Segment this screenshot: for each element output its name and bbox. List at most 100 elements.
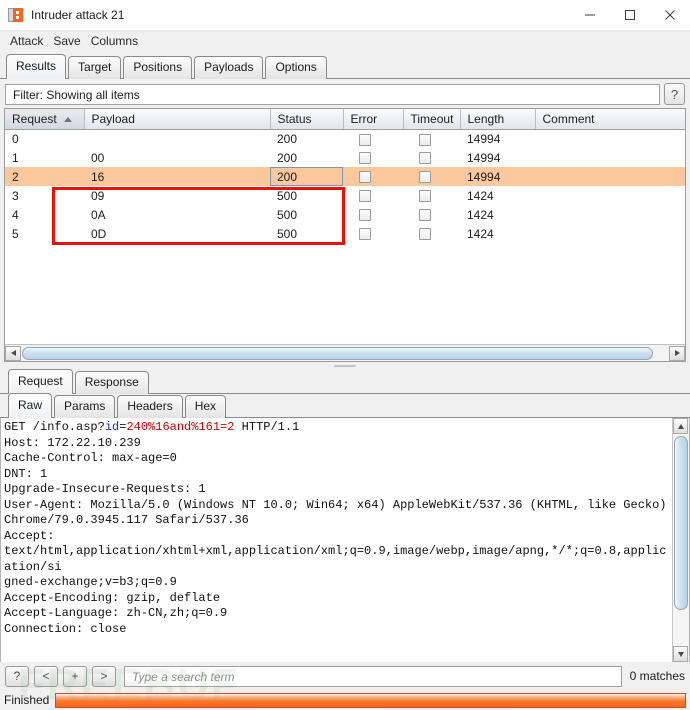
error-checkbox[interactable] <box>359 209 371 222</box>
column-header-payload[interactable]: Payload <box>84 109 271 130</box>
timeout-checkbox[interactable] <box>419 228 431 241</box>
column-header-comment[interactable]: Comment <box>535 109 685 130</box>
raw-request-text[interactable]: GET /info.asp?id=240%16and%161=2 HTTP/1.… <box>1 418 672 662</box>
table-row[interactable]: 4 0A 500 1424 <box>5 205 685 224</box>
tab-payloads[interactable]: Payloads <box>194 56 264 79</box>
error-checkbox[interactable] <box>359 228 371 241</box>
search-input[interactable]: Type a search term <box>124 665 622 687</box>
cell-payload: 16 <box>84 167 270 186</box>
status-text: Finished <box>4 693 50 707</box>
cell-length: 14994 <box>467 131 501 146</box>
search-prev-button[interactable]: < <box>34 665 58 687</box>
tab-params[interactable]: Params <box>54 395 116 418</box>
search-help-button[interactable]: ? <box>5 665 29 687</box>
timeout-checkbox[interactable] <box>419 209 431 222</box>
panel-splitter[interactable] <box>0 362 690 370</box>
cell-error <box>343 129 403 148</box>
cell-status: 200 <box>277 131 298 146</box>
cell-error <box>343 148 403 167</box>
results-table: Request Payload Status Error Timeout Len… <box>5 109 685 243</box>
request-vertical-scrollbar[interactable] <box>672 418 689 662</box>
scroll-right-icon[interactable] <box>669 345 685 361</box>
attack-progress-bar <box>55 692 686 708</box>
filter-help-button[interactable]: ? <box>664 83 685 105</box>
search-matches-count: 0 matches <box>629 669 685 683</box>
request-param-value: 240%16and%161=2 <box>126 420 235 434</box>
cell-length: 1424 <box>467 226 494 241</box>
window-title: Intruder attack 21 <box>31 8 125 22</box>
menu-item-columns[interactable]: Columns <box>86 33 143 49</box>
hscroll-track[interactable] <box>21 345 669 361</box>
column-header-error[interactable]: Error <box>343 109 404 130</box>
cell-timeout <box>403 148 460 167</box>
menu-item-save[interactable]: Save <box>48 33 85 49</box>
tab-results[interactable]: Results <box>6 54 67 80</box>
timeout-checkbox[interactable] <box>419 190 431 203</box>
cell-payload: 0A <box>91 207 106 222</box>
cell-timeout <box>403 167 460 186</box>
table-row-selected[interactable]: 2 16 200 14994 <box>5 167 685 186</box>
close-icon[interactable] <box>650 0 690 30</box>
cell-payload: 09 <box>91 188 105 203</box>
error-checkbox[interactable] <box>359 190 371 203</box>
hscroll-thumb[interactable] <box>22 346 653 360</box>
cell-comment <box>535 186 685 205</box>
request-param-name: id <box>104 420 120 434</box>
tab-hex[interactable]: Hex <box>184 395 227 418</box>
scroll-left-icon[interactable] <box>5 345 21 361</box>
results-table-body: 0 200 14994 1 00 200 14994 2 16 200 1499… <box>5 129 685 243</box>
table-row[interactable]: 5 0D 500 1424 <box>5 224 685 243</box>
cell-comment <box>535 205 685 224</box>
search-next-button[interactable]: > <box>92 665 116 687</box>
cell-error <box>343 205 403 224</box>
tab-raw[interactable]: Raw <box>8 393 53 419</box>
results-horizontal-scrollbar[interactable] <box>5 344 685 361</box>
menu-item-attack[interactable]: Attack <box>5 33 48 49</box>
column-header-length[interactable]: Length <box>460 109 536 130</box>
cell-status: 500 <box>277 188 298 203</box>
cell-request: 0 <box>12 131 19 146</box>
filter-bar[interactable]: Filter: Showing all items <box>5 83 660 105</box>
tab-options[interactable]: Options <box>265 56 327 79</box>
main-tabstrip: Results Target Positions Payloads Option… <box>0 51 690 80</box>
table-row[interactable]: 0 200 14994 <box>5 129 685 148</box>
cell-comment <box>535 167 685 186</box>
vscroll-track[interactable] <box>673 434 689 646</box>
error-checkbox[interactable] <box>359 171 371 184</box>
timeout-checkbox[interactable] <box>419 152 431 165</box>
tab-response[interactable]: Response <box>74 371 149 394</box>
column-header-request[interactable]: Request <box>5 109 85 130</box>
cell-request: 1 <box>12 150 19 165</box>
message-tabstrip: Request Response <box>0 369 690 395</box>
scroll-up-icon[interactable] <box>673 418 688 434</box>
request-line-suffix: HTTP/1.1 <box>234 420 300 434</box>
table-empty-area <box>5 243 685 344</box>
scroll-down-icon[interactable] <box>673 646 688 662</box>
tab-target[interactable]: Target <box>68 56 122 79</box>
column-header-status[interactable]: Status <box>270 109 344 130</box>
cell-length: 14994 <box>460 167 535 186</box>
cell-timeout <box>403 129 460 148</box>
cell-request: 4 <box>12 207 19 222</box>
table-row[interactable]: 3 09 500 1424 <box>5 186 685 205</box>
cell-error <box>343 186 403 205</box>
column-header-timeout[interactable]: Timeout <box>403 109 461 130</box>
maximize-icon[interactable] <box>610 0 650 30</box>
tab-headers[interactable]: Headers <box>117 395 183 418</box>
intruder-attack-window: Intruder attack 21 Attack Save Columns R… <box>0 0 690 710</box>
search-add-button[interactable]: + <box>63 665 87 687</box>
error-checkbox[interactable] <box>359 152 371 165</box>
timeout-checkbox[interactable] <box>419 171 431 184</box>
cell-length: 1424 <box>467 207 494 222</box>
cell-status: 200 <box>277 150 298 165</box>
tab-request[interactable]: Request <box>8 369 73 395</box>
menubar: Attack Save Columns <box>0 31 690 51</box>
tab-positions[interactable]: Positions <box>123 56 193 79</box>
table-row[interactable]: 1 00 200 14994 <box>5 148 685 167</box>
cell-request: 5 <box>12 226 19 241</box>
sort-ascending-icon <box>63 117 72 122</box>
vscroll-thumb[interactable] <box>674 436 688 610</box>
minimize-icon[interactable] <box>570 0 610 30</box>
error-checkbox[interactable] <box>359 133 371 146</box>
timeout-checkbox[interactable] <box>419 133 431 146</box>
